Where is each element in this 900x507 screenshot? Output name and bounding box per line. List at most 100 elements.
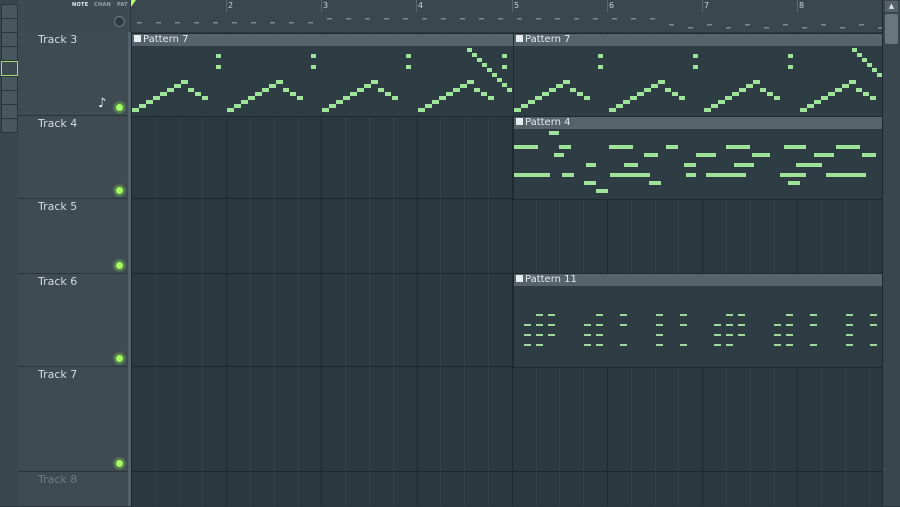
note-block xyxy=(725,96,733,100)
note-block xyxy=(651,84,659,88)
note-block xyxy=(739,88,747,92)
note-block xyxy=(584,344,591,346)
track-name: Track 7 xyxy=(38,368,78,381)
ruler-dash xyxy=(403,18,408,20)
ruler-dash xyxy=(555,18,560,20)
note-block xyxy=(786,344,793,346)
pattern-clip-header[interactable]: Pattern 7 xyxy=(514,34,882,46)
note-block xyxy=(867,63,872,67)
note-block xyxy=(562,173,574,177)
pattern-label: Pattern 4 xyxy=(525,117,571,128)
note-block xyxy=(649,181,661,185)
pattern-clip[interactable]: Pattern 11 xyxy=(513,273,882,368)
tool-button[interactable] xyxy=(1,18,18,33)
pattern-clip[interactable]: Pattern 7 xyxy=(513,33,882,117)
note-block xyxy=(610,173,650,177)
note-block xyxy=(596,344,603,346)
pattern-clip-header[interactable]: Pattern 7 xyxy=(132,34,513,46)
note-block xyxy=(378,88,385,92)
note-block xyxy=(216,65,221,69)
tool-button-active[interactable] xyxy=(1,61,18,76)
ruler-dash xyxy=(498,18,503,20)
track-led[interactable] xyxy=(115,186,124,195)
note-block xyxy=(718,100,726,104)
note-block xyxy=(827,92,835,96)
ruler-dash xyxy=(308,22,313,24)
timeline-ruler[interactable]: 2 3 4 5 6 7 8 xyxy=(131,0,882,33)
note-block xyxy=(665,88,672,92)
note-block xyxy=(846,344,853,346)
track-led[interactable] xyxy=(115,459,124,468)
track-name: Track 5 xyxy=(38,200,78,213)
pattern-clip[interactable]: Pattern 7 xyxy=(131,33,514,117)
track-header[interactable]: Track 7 xyxy=(18,367,130,472)
mode-tab-pat[interactable]: PAT xyxy=(117,2,128,8)
note-block xyxy=(507,88,512,92)
ruler-dash xyxy=(422,18,427,20)
ruler-dash xyxy=(251,22,256,24)
mode-tab-note[interactable]: NOTE xyxy=(72,2,88,8)
tool-button[interactable] xyxy=(1,104,18,119)
track-header[interactable]: Track 3 ♪ xyxy=(18,32,130,116)
vertical-scrollbar[interactable]: ▲ xyxy=(882,0,900,506)
note-block xyxy=(680,344,687,346)
note-block xyxy=(174,84,181,88)
circle-icon[interactable] xyxy=(114,16,125,27)
pattern-label: Pattern 7 xyxy=(525,34,571,45)
track-header[interactable]: Track 5 xyxy=(18,199,130,274)
note-block xyxy=(188,88,194,92)
note-block xyxy=(846,314,853,316)
ruler-dash xyxy=(859,24,864,26)
note-block xyxy=(686,173,696,177)
note-block xyxy=(269,84,277,88)
ruler-dash xyxy=(517,18,522,20)
note-block xyxy=(364,84,372,88)
note-block xyxy=(746,84,754,88)
scroll-up-icon[interactable]: ▲ xyxy=(885,1,898,12)
tool-button[interactable] xyxy=(1,90,18,105)
tool-button[interactable] xyxy=(1,4,18,19)
note-block xyxy=(857,53,862,57)
ruler-dash xyxy=(232,22,237,24)
track-header[interactable]: Track 4 xyxy=(18,116,130,199)
note-block xyxy=(696,153,716,157)
note-block xyxy=(392,96,399,100)
pattern-clip-header[interactable]: Pattern 4 xyxy=(514,117,882,129)
note-block xyxy=(862,153,876,157)
scroll-thumb[interactable] xyxy=(885,14,898,44)
note-block xyxy=(487,68,492,72)
pattern-clip[interactable]: Pattern 4 xyxy=(513,116,882,200)
note-block xyxy=(497,78,502,82)
note-block xyxy=(846,334,853,336)
note-block xyxy=(584,96,590,100)
track-led[interactable] xyxy=(115,354,124,363)
note-block xyxy=(780,173,806,177)
note-icon: ♪ xyxy=(98,96,107,111)
track-header[interactable]: Track 8 xyxy=(18,472,130,507)
track-led[interactable] xyxy=(115,103,124,112)
mode-tab-chan[interactable]: CHAN xyxy=(94,2,111,8)
note-block xyxy=(738,314,745,316)
note-block xyxy=(774,96,781,100)
playlist-grid[interactable]: Pattern 7 Pattern 7 Pattern 4 Pattern 11 xyxy=(131,32,882,506)
track-led[interactable] xyxy=(115,261,124,270)
tool-button[interactable] xyxy=(1,76,18,91)
note-block xyxy=(609,145,633,149)
note-block xyxy=(262,88,270,92)
tool-button[interactable] xyxy=(1,118,18,133)
note-block xyxy=(528,100,535,104)
tool-button[interactable] xyxy=(1,32,18,47)
note-block xyxy=(132,108,139,112)
note-block xyxy=(877,73,882,77)
ruler-dash xyxy=(783,24,788,26)
note-block xyxy=(548,314,555,316)
note-block xyxy=(406,65,412,69)
pattern-clip-header[interactable]: Pattern 11 xyxy=(514,274,882,286)
tool-button[interactable] xyxy=(1,46,18,61)
note-block xyxy=(248,96,256,100)
note-block xyxy=(584,181,596,185)
note-block xyxy=(596,314,603,316)
note-block xyxy=(658,80,666,84)
track-header[interactable]: Track 6 xyxy=(18,274,130,367)
ruler-dash xyxy=(688,27,693,29)
